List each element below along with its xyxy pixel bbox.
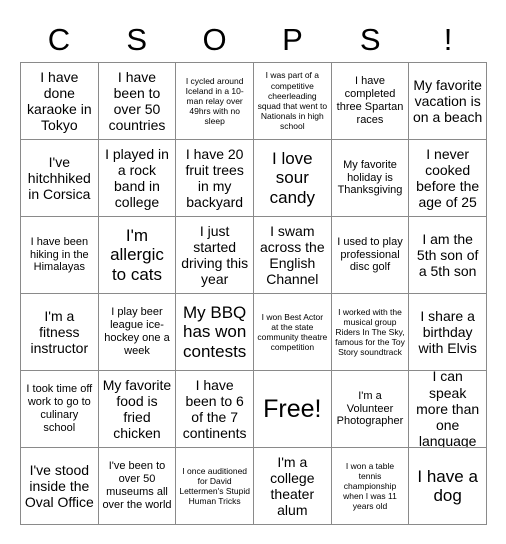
bingo-cell[interactable]: I never cooked before the age of 25 bbox=[409, 140, 487, 217]
bingo-cell[interactable]: I have been to over 50 countries bbox=[98, 63, 177, 140]
bingo-cell-label: I cycled around Iceland in a 10-man rela… bbox=[185, 75, 244, 127]
bingo-cell[interactable]: I've stood inside the Oval Office bbox=[21, 448, 99, 525]
bingo-cell[interactable]: I have been hiking in the Himalayas bbox=[21, 217, 99, 294]
bingo-cell-label: I won a table tennis championship when I… bbox=[343, 460, 397, 512]
bingo-cell[interactable]: My favorite food is fried chicken bbox=[98, 371, 177, 448]
bingo-cell[interactable]: I'm allergic to cats bbox=[98, 217, 177, 294]
bingo-grid: I have done karaoke in Tokyo I have been … bbox=[20, 62, 487, 525]
bingo-cell[interactable]: I just started driving this year bbox=[176, 217, 254, 294]
bingo-cell[interactable]: I share a birthday with Elvis bbox=[409, 294, 487, 371]
bingo-header-letter-2: O bbox=[202, 21, 227, 57]
bingo-cell-label: I'm a Volunteer Photographer bbox=[336, 389, 404, 428]
bingo-cell[interactable]: I'm a fitness instructor bbox=[21, 294, 99, 371]
bingo-cell-label: My BBQ has won contests bbox=[182, 302, 247, 361]
bingo-cell-label: My favorite food is fried chicken bbox=[102, 376, 172, 442]
bingo-cell-label: I play beer league ice-hockey one a week bbox=[104, 306, 170, 357]
bingo-cell[interactable]: I'm a Volunteer Photographer bbox=[331, 371, 410, 448]
bingo-cell-label: I was part of a competitive cheerleading… bbox=[257, 70, 328, 132]
bingo-header-letter-1: S bbox=[126, 21, 148, 57]
bingo-cell-label: I've stood inside the Oval Office bbox=[24, 461, 94, 511]
bingo-cell[interactable]: My BBQ has won contests bbox=[176, 294, 254, 371]
bingo-cell-label: I just started driving this year bbox=[181, 222, 249, 288]
bingo-cell[interactable]: I've hitchhiked in Corsica bbox=[21, 140, 99, 217]
bingo-cell[interactable]: I worked with the musical group Riders I… bbox=[331, 294, 410, 371]
bingo-cell[interactable]: My favorite vacation is on a beach bbox=[409, 63, 487, 140]
bingo-cell-label: I played in a rock band in college bbox=[105, 145, 169, 211]
bingo-cell[interactable]: I swam across the English Channel bbox=[253, 217, 332, 294]
bingo-cell[interactable]: I am the 5th son of a 5th son bbox=[409, 217, 487, 294]
bingo-cell[interactable]: I once auditioned for David Lettermen's … bbox=[176, 448, 254, 525]
bingo-cell[interactable]: I used to play professional disc golf bbox=[331, 217, 410, 294]
bingo-header-letter-5: ! bbox=[443, 21, 453, 57]
bingo-cell-label: I share a birthday with Elvis bbox=[418, 307, 477, 357]
bingo-header-letter-0: C bbox=[47, 21, 71, 57]
bingo-cell[interactable]: I won Best Actor at the state community … bbox=[253, 294, 332, 371]
bingo-cell[interactable]: I have completed three Spartan races bbox=[331, 63, 410, 140]
bingo-cell-label: My favorite holiday is Thanksgiving bbox=[337, 158, 403, 197]
bingo-cell-label: I won Best Actor at the state community … bbox=[257, 311, 328, 353]
bingo-cell[interactable]: I have been to 6 of the 7 continents bbox=[176, 371, 254, 448]
bingo-cell-label: I'm a fitness instructor bbox=[30, 307, 89, 357]
bingo-free-space-label: Free! bbox=[263, 395, 322, 423]
bingo-cell[interactable]: I love sour candy bbox=[253, 140, 332, 217]
bingo-card: C S O P S! I have done karaoke in Tokyo I hav… bbox=[0, 0, 506, 544]
bingo-cell-label: I'm a college theater alum bbox=[270, 453, 315, 519]
bingo-cell-label: I have been hiking in the Himalayas bbox=[29, 235, 89, 274]
bingo-cell-label: I once auditioned for David Lettermen's … bbox=[179, 465, 250, 507]
bingo-cell-label: I worked with the musical group Riders I… bbox=[335, 306, 405, 358]
bingo-cell[interactable]: I won a table tennis championship when I… bbox=[331, 448, 410, 525]
bingo-cell[interactable]: I've been to over 50 museums all over th… bbox=[98, 448, 177, 525]
bingo-cell-label: I used to play professional disc golf bbox=[337, 235, 403, 274]
bingo-cell-label: My favorite vacation is on a beach bbox=[413, 76, 483, 126]
bingo-cell-label: I love sour candy bbox=[269, 148, 315, 207]
bingo-cell[interactable]: I have 20 fruit trees in my backyard bbox=[176, 140, 254, 217]
bingo-cell-label: I have been to 6 of the 7 continents bbox=[182, 376, 247, 442]
bingo-cell[interactable]: I play beer league ice-hockey one a week bbox=[98, 294, 177, 371]
bingo-cell-label: I am the 5th son of a 5th son bbox=[416, 230, 479, 280]
bingo-cell[interactable]: I took time off work to go to culinary s… bbox=[21, 371, 99, 448]
bingo-cell-label: I can speak more than one language bbox=[416, 371, 480, 448]
bingo-cell[interactable]: I was part of a competitive cheerleading… bbox=[253, 63, 332, 140]
bingo-free-space[interactable]: Free! bbox=[253, 371, 332, 448]
bingo-cell[interactable]: I have done karaoke in Tokyo bbox=[21, 63, 99, 140]
bingo-cell-label: I never cooked before the age of 25 bbox=[416, 145, 480, 211]
bingo-cell-label: I've hitchhiked in Corsica bbox=[27, 153, 91, 203]
bingo-cell-label: I have 20 fruit trees in my backyard bbox=[185, 145, 244, 211]
bingo-cell-label: I've been to over 50 museums all over th… bbox=[102, 460, 172, 511]
bingo-cell-label: I took time off work to go to culinary s… bbox=[26, 383, 93, 434]
bingo-header: C S O P S! bbox=[20, 16, 487, 62]
bingo-cell[interactable]: My favorite holiday is Thanksgiving bbox=[331, 140, 410, 217]
bingo-cell[interactable]: I have a dog bbox=[409, 448, 487, 525]
bingo-cell[interactable]: I played in a rock band in college bbox=[98, 140, 177, 217]
bingo-cell-label: I have been to over 50 countries bbox=[108, 68, 166, 134]
bingo-cell-label: I have completed three Spartan races bbox=[336, 75, 404, 126]
bingo-header-letter-3: P bbox=[282, 21, 303, 57]
bingo-cell[interactable]: I cycled around Iceland in a 10-man rela… bbox=[176, 63, 254, 140]
bingo-cell[interactable]: I can speak more than one language bbox=[409, 371, 487, 448]
bingo-header-letter-4: S bbox=[359, 21, 381, 57]
bingo-cell-label: I'm allergic to cats bbox=[110, 225, 164, 284]
bingo-cell[interactable]: I'm a college theater alum bbox=[253, 448, 332, 525]
bingo-cell-label: I have done karaoke in Tokyo bbox=[27, 68, 92, 134]
bingo-cell-label: I have a dog bbox=[417, 466, 478, 505]
bingo-cell-label: I swam across the English Channel bbox=[260, 222, 325, 288]
